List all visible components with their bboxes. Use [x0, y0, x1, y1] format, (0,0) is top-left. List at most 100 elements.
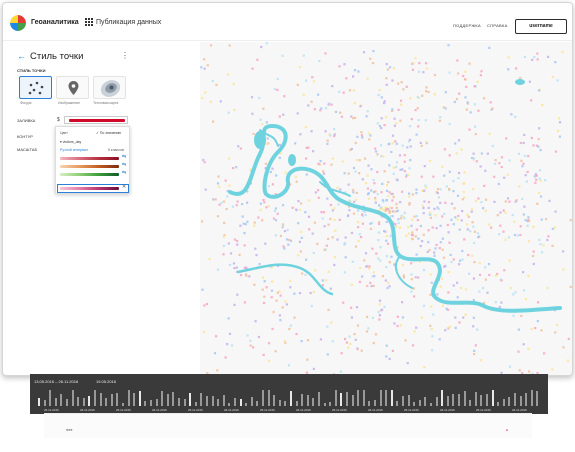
timeline-tick: [519, 395, 522, 406]
map-point: [267, 185, 270, 188]
nav-help[interactable]: СПРАВКА: [487, 23, 508, 28]
map-point: [425, 140, 428, 144]
timeline-tick: [306, 395, 309, 406]
timeline-tick: [194, 401, 197, 406]
map-point: [472, 152, 475, 155]
section-label: СТИЛЬ ТОЧКИ: [17, 68, 46, 73]
page-footer: ■■■ ●: [44, 413, 532, 438]
map-point: [517, 328, 520, 331]
interval-mode[interactable]: Ручной интервал: [60, 148, 88, 152]
field-select[interactable]: ▾ visitors_day: [60, 140, 81, 144]
map-point: [386, 68, 389, 71]
timeline-tick: [116, 393, 119, 406]
timeline-bar[interactable]: 13.05.2016 – 26.11.2016 19.05.2016 26.11…: [30, 374, 548, 414]
map-point: [323, 162, 326, 165]
map-point: [461, 258, 464, 261]
map-point: [484, 209, 487, 212]
close-icon[interactable]: ✕: [122, 184, 126, 190]
footer-link[interactable]: ■■■: [66, 428, 72, 432]
map-point: [256, 58, 259, 61]
map-point: [305, 79, 308, 82]
app-name[interactable]: Геоаналитика: [31, 19, 79, 26]
fill-color-field[interactable]: [64, 116, 128, 124]
timeline-tick: [362, 389, 365, 406]
timeline-tick: [424, 397, 427, 406]
map-point: [554, 210, 557, 213]
timeline-tick: [122, 402, 124, 406]
swap-icon[interactable]: ⇆: [122, 170, 126, 176]
map-point: [491, 107, 494, 110]
map-point: [548, 199, 551, 202]
map-point: [472, 187, 475, 190]
map-point: [255, 254, 258, 257]
map-point: [235, 266, 238, 269]
by-value-option[interactable]: ✓ По значению: [96, 131, 121, 135]
map-point: [345, 341, 348, 344]
color-ramp-orange[interactable]: [60, 165, 119, 168]
map-point: [435, 243, 438, 246]
swap-icon[interactable]: ⇆: [122, 162, 126, 168]
map-point: [312, 150, 315, 153]
color-ramp-red[interactable]: [60, 157, 119, 160]
timeline-tick: [514, 393, 516, 406]
map-point: [478, 290, 481, 293]
map-point: [399, 99, 403, 102]
map-point: [369, 222, 372, 225]
classes-count[interactable]: 5 классов: [108, 148, 124, 152]
map-point: [388, 211, 391, 214]
map-point: [473, 261, 476, 264]
map-point: [245, 274, 248, 277]
map-canvas[interactable]: [200, 42, 572, 375]
map-point: [344, 337, 347, 341]
map-point: [333, 207, 336, 210]
map-point: [363, 210, 367, 214]
style-option-image[interactable]: [56, 76, 89, 99]
map-point: [385, 63, 388, 66]
map-point: [415, 215, 418, 218]
timeline-tick: [245, 402, 248, 406]
map-point: [284, 171, 287, 174]
map-point: [281, 204, 285, 207]
map-point: [323, 225, 326, 228]
back-arrow-icon[interactable]: ←: [17, 51, 26, 61]
map-point: [392, 67, 396, 70]
swap-icon[interactable]: ⇆: [122, 154, 126, 160]
map-point: [308, 199, 311, 202]
map-point: [298, 292, 302, 295]
map-point: [493, 162, 497, 165]
map-point: [271, 280, 274, 283]
nav-publish-data[interactable]: Публикация данных: [96, 19, 161, 26]
timeline-label: 26.11.2016: [440, 408, 455, 412]
timeline-range[interactable]: 13.05.2016 – 26.11.2016: [34, 379, 78, 384]
user-menu-button[interactable]: username: [515, 19, 567, 34]
map-point: [429, 273, 432, 276]
app-logo-icon[interactable]: [10, 15, 26, 31]
map-point: [502, 209, 505, 212]
map-point: [450, 260, 453, 264]
map-point: [300, 340, 303, 343]
timeline-tick: [396, 400, 399, 406]
nav-support[interactable]: ПОДДЕРЖКА: [453, 23, 481, 28]
map-point: [558, 117, 561, 120]
map-point: [441, 215, 444, 218]
map-point: [436, 192, 439, 195]
map-point: [466, 101, 469, 104]
map-point: [288, 238, 291, 242]
map-point: [400, 214, 403, 217]
style-option-shape[interactable]: [19, 76, 52, 99]
map-point: [447, 44, 450, 47]
timeline-tick: [77, 396, 80, 406]
more-menu-icon[interactable]: ⋮: [121, 51, 129, 60]
map-point: [388, 261, 391, 264]
color-ramp-pink[interactable]: [60, 187, 119, 190]
color-ramp-green[interactable]: [60, 173, 119, 176]
apps-grid-icon[interactable]: [85, 18, 93, 26]
style-option-heatmap[interactable]: [93, 76, 126, 99]
map-point: [429, 293, 432, 296]
map-point: [396, 324, 399, 328]
timeline-selected-date[interactable]: 19.05.2016: [96, 379, 116, 384]
footer-alert[interactable]: ●: [506, 428, 508, 432]
map-point: [558, 121, 562, 124]
map-point: [327, 270, 330, 273]
map-point: [473, 353, 476, 356]
